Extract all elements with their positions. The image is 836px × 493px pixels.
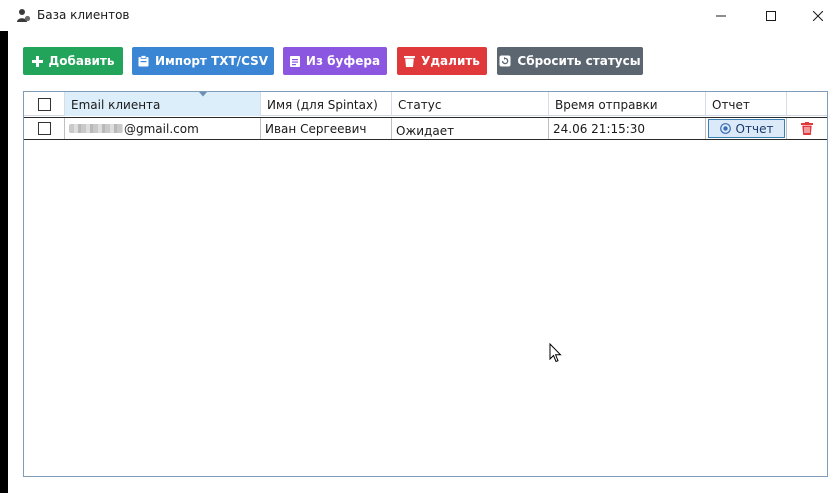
status-cell[interactable]: Ожидает [392, 118, 549, 139]
reset-statuses-button[interactable]: Сбросить статусы [497, 47, 643, 75]
clipboard-list-icon [289, 56, 300, 67]
from-clipboard-button[interactable]: Из буфера [283, 47, 387, 75]
add-button-label: Добавить [48, 54, 115, 68]
minimize-button[interactable] [698, 0, 744, 31]
grid-header: Email клиента Имя (для Spintax) Статус В… [24, 92, 827, 116]
delete-button[interactable]: Удалить [397, 47, 487, 75]
trash-icon [404, 56, 416, 67]
app-icon [16, 8, 32, 24]
column-header-delete [787, 92, 827, 116]
column-header-report-label: Отчет [712, 98, 750, 112]
status-value: Ожидает [396, 124, 455, 138]
reset-icon [499, 55, 511, 67]
trash-icon[interactable] [801, 122, 813, 135]
minimize-icon [716, 15, 726, 16]
close-button[interactable] [795, 0, 836, 31]
clipboard-icon [138, 55, 149, 67]
report-button-label: Отчет [735, 121, 774, 136]
sent-time-cell[interactable]: 24.06 21:15:30 [549, 118, 706, 139]
target-icon [719, 123, 731, 134]
import-button-label: Импорт TXT/CSV [154, 54, 269, 68]
window-edge [0, 31, 8, 493]
row-select-cell[interactable] [24, 118, 65, 139]
import-button[interactable]: Импорт TXT/CSV [132, 47, 274, 75]
header-select-all[interactable] [24, 92, 65, 116]
close-icon [813, 10, 823, 21]
column-header-email[interactable]: Email клиента [65, 92, 261, 116]
from-clipboard-button-label: Из буфера [305, 54, 381, 68]
sort-arrow-icon [199, 92, 207, 97]
window-title: База клиентов [37, 8, 130, 22]
column-header-status-label: Статус [398, 98, 442, 112]
report-cell: Отчет [706, 118, 787, 139]
add-button[interactable]: Добавить [23, 47, 123, 75]
name-value: Иван Сергеевич [265, 121, 367, 136]
column-header-sent-time[interactable]: Время отправки [549, 92, 706, 116]
report-button[interactable]: Отчет [708, 119, 785, 138]
name-cell[interactable]: Иван Сергеевич [261, 118, 392, 139]
redacted-email-local-part [69, 124, 123, 133]
column-header-status[interactable]: Статус [392, 92, 549, 116]
title-bar: База клиентов [0, 0, 836, 31]
column-header-email-label: Email клиента [71, 98, 161, 112]
column-header-report[interactable]: Отчет [706, 92, 787, 116]
row-checkbox[interactable] [37, 122, 51, 135]
clients-grid[interactable]: Email клиента Имя (для Spintax) Статус В… [23, 91, 828, 477]
maximize-button[interactable] [748, 0, 794, 31]
sent-time-value: 24.06 21:15:30 [553, 121, 646, 136]
column-header-sent-time-label: Время отправки [555, 98, 658, 112]
delete-button-label: Удалить [421, 54, 480, 68]
mouse-cursor-icon [549, 343, 562, 363]
email-cell[interactable]: @gmail.com [65, 118, 261, 139]
delete-row-cell [787, 118, 827, 139]
select-all-checkbox[interactable] [37, 97, 51, 111]
reset-statuses-button-label: Сбросить статусы [517, 54, 641, 68]
table-row[interactable]: @gmail.com Иван Сергеевич Ожидает 24.06 … [24, 117, 827, 140]
email-domain: @gmail.com [124, 121, 199, 136]
plus-icon [31, 55, 43, 67]
column-header-name-label: Имя (для Spintax) [267, 98, 378, 112]
maximize-icon [766, 10, 776, 21]
column-header-name[interactable]: Имя (для Spintax) [261, 92, 392, 116]
